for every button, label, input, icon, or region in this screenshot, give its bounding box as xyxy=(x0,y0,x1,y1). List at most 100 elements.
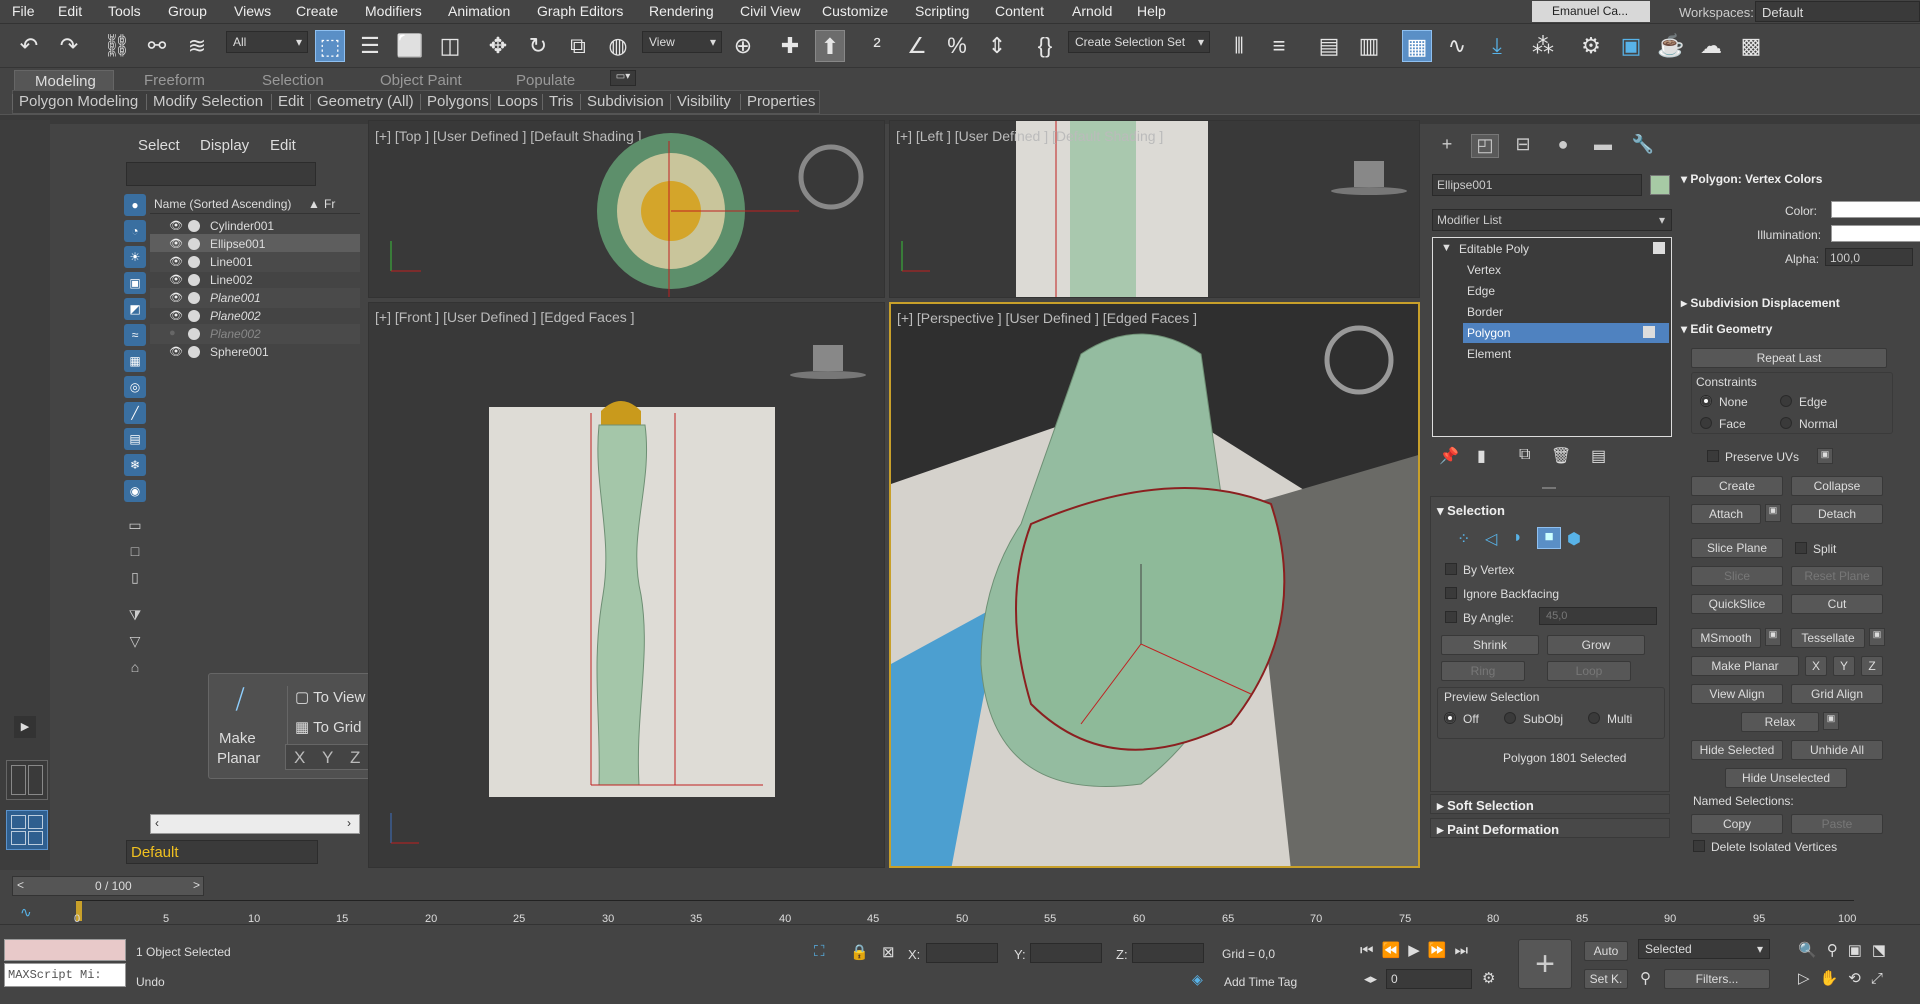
ribbon-geometry-all[interactable]: Geometry (All) xyxy=(310,93,414,110)
make-planar-label-2[interactable]: Planar xyxy=(217,750,260,767)
split-checkbox[interactable]: Split xyxy=(1795,542,1836,556)
freeze-toggle-icon[interactable] xyxy=(188,220,200,232)
vertex-colors-rollout-title[interactable]: ▾ Polygon: Vertex Colors xyxy=(1681,172,1822,186)
vertex-mode-icon[interactable]: ⁘ xyxy=(1457,529,1470,549)
soft-selection-rollout[interactable]: ▸ Soft Selection xyxy=(1430,794,1670,814)
render-setup-icon[interactable]: ⚙ xyxy=(1576,30,1606,62)
z-coordinate-field[interactable] xyxy=(1132,943,1204,963)
maxscript-listener-mini[interactable] xyxy=(4,939,126,961)
selection-filter-dropdown[interactable]: All xyxy=(226,31,308,53)
slice-plane-button[interactable]: Slice Plane xyxy=(1691,538,1783,558)
menu-content[interactable]: Content xyxy=(995,3,1044,19)
pan-icon[interactable]: ✋ xyxy=(1820,970,1849,987)
maxscript-input[interactable]: MAXScript Mi: xyxy=(4,963,126,987)
copy-button[interactable]: Copy xyxy=(1691,814,1783,834)
alpha-spinner[interactable]: 100,0 xyxy=(1825,248,1913,266)
to-grid-button[interactable]: ▦ To Grid xyxy=(295,718,361,736)
next-frame-icon[interactable]: ⏩ xyxy=(1428,942,1455,959)
viewport-left[interactable]: [+] [Left ] [User Defined ] [Default Sha… xyxy=(889,120,1420,298)
menu-file[interactable]: File xyxy=(12,3,35,19)
edge-mode-icon[interactable]: ◁ xyxy=(1485,529,1497,549)
explorer-edit-menu[interactable]: Edit xyxy=(270,137,296,154)
play-icon[interactable]: ▶ xyxy=(1408,942,1428,959)
remove-modifier-icon[interactable]: 🗑 xyxy=(1551,446,1571,466)
absolute-mode-icon[interactable]: ⊠ xyxy=(882,943,895,961)
find-icon[interactable]: ⌂ xyxy=(124,656,146,678)
auto-key-button[interactable]: Auto xyxy=(1584,941,1628,961)
object-name-field[interactable]: Ellipse001 xyxy=(1432,174,1642,196)
display-invert-icon[interactable]: ▯ xyxy=(124,566,146,588)
stack-border[interactable]: Border xyxy=(1467,305,1503,319)
spinner-snap-icon[interactable]: ⇕ xyxy=(982,30,1012,62)
link-icon[interactable]: ⛓ xyxy=(102,30,132,62)
unhide-all-button[interactable]: Unhide All xyxy=(1791,740,1883,760)
key-mode-dropdown[interactable]: Selected ▾ xyxy=(1638,939,1770,959)
place-icon[interactable]: ◍ xyxy=(603,30,633,62)
ribbon-modify-selection[interactable]: Modify Selection xyxy=(145,93,263,110)
element-mode-icon[interactable]: ⬢ xyxy=(1567,529,1581,549)
freeze-toggle-icon[interactable] xyxy=(188,328,200,340)
move-icon[interactable]: ✥ xyxy=(483,30,513,62)
set-key-icon[interactable]: + xyxy=(1518,939,1572,989)
to-view-button[interactable]: ▢ To View xyxy=(295,688,365,706)
toggle-ribbon-icon[interactable]: ▦ xyxy=(1402,30,1432,62)
tessellate-button[interactable]: Tessellate xyxy=(1791,628,1865,648)
by-vertex-checkbox[interactable]: By Vertex xyxy=(1445,563,1514,577)
relax-button[interactable]: Relax xyxy=(1741,712,1819,732)
make-planar-label-1[interactable]: Make xyxy=(219,730,256,747)
cut-button[interactable]: Cut xyxy=(1791,594,1883,614)
stack-toggle-icon[interactable] xyxy=(1653,242,1665,254)
list-item[interactable]: ● Plane002 xyxy=(150,324,360,344)
list-item[interactable]: 👁 Line001 xyxy=(150,252,360,272)
snaps-toggle-icon[interactable]: ² xyxy=(862,30,892,62)
viewport-layout-4-icon[interactable] xyxy=(6,810,48,850)
tab-object-paint[interactable]: Object Paint xyxy=(372,70,470,90)
add-time-tag[interactable]: Add Time Tag xyxy=(1224,975,1297,989)
menu-edit[interactable]: Edit xyxy=(58,3,82,19)
display-all-icon[interactable]: ▭ xyxy=(124,514,146,536)
field-of-view-icon[interactable]: ▷ xyxy=(1798,970,1820,987)
viewport-front[interactable]: [+] [Front ] [User Defined ] [Edged Face… xyxy=(368,302,885,868)
freeze-toggle-icon[interactable] xyxy=(188,346,200,358)
edit-geometry-rollout-title[interactable]: ▾ Edit Geometry xyxy=(1681,322,1772,336)
viewport-top[interactable]: [+] [Top ] [User Defined ] [Default Shad… xyxy=(368,120,885,298)
create-tab-icon[interactable]: + xyxy=(1433,134,1461,158)
display-shapes-icon[interactable]: ◔ xyxy=(124,220,146,242)
hide-selected-button[interactable]: Hide Selected xyxy=(1691,740,1783,760)
menu-graph-editors[interactable]: Graph Editors xyxy=(537,3,623,19)
mirror-icon[interactable]: ⫴ xyxy=(1224,30,1254,62)
freeze-toggle-icon[interactable] xyxy=(188,238,200,250)
make-unique-icon[interactable]: ⧉ xyxy=(1519,446,1530,464)
constraint-normal-radio[interactable]: Normal xyxy=(1780,417,1838,431)
align-icon[interactable]: ≡ xyxy=(1264,30,1294,62)
tab-selection[interactable]: Selection xyxy=(254,70,332,90)
loop-button[interactable]: Loop xyxy=(1547,661,1631,681)
motion-tab-icon[interactable]: ● xyxy=(1549,134,1577,158)
list-item[interactable]: 👁 Sphere001 xyxy=(150,342,360,362)
visible-eye-icon[interactable]: 👁 xyxy=(169,219,183,232)
tab-modeling[interactable]: Modeling xyxy=(14,70,114,90)
visible-eye-icon[interactable]: 👁 xyxy=(169,309,183,322)
display-cameras-icon[interactable]: ▣ xyxy=(124,272,146,294)
current-layer-dropdown[interactable]: Default xyxy=(126,840,318,864)
planar-z-button[interactable]: Z xyxy=(350,748,360,768)
workspace-dropdown[interactable]: Default xyxy=(1755,1,1920,22)
zoom-icon[interactable]: 🔍 xyxy=(1798,942,1827,959)
time-slider[interactable]: < 0 / 100 > xyxy=(12,876,204,896)
key-filters-icon[interactable]: ⚲ xyxy=(1640,969,1651,987)
filter-funnel-icon[interactable]: ▽ xyxy=(124,630,146,652)
collapse-button[interactable]: Collapse xyxy=(1791,476,1883,496)
border-mode-icon[interactable]: ◗ xyxy=(1513,529,1523,547)
panel-splitter[interactable] xyxy=(1542,487,1556,489)
display-frozen-icon[interactable]: ❄ xyxy=(124,454,146,476)
display-none-icon[interactable]: □ xyxy=(124,540,146,562)
edit-named-selection-icon[interactable]: {} xyxy=(1030,30,1060,62)
planar-y-button[interactable]: Y xyxy=(322,748,333,768)
window-crossing-icon[interactable]: ◫ xyxy=(435,30,465,62)
tab-freeform[interactable]: Freeform xyxy=(136,70,213,90)
explorer-select-menu[interactable]: Select xyxy=(138,137,180,154)
hidden-eye-icon[interactable]: ● xyxy=(169,327,176,339)
menu-scripting[interactable]: Scripting xyxy=(915,3,969,19)
display-containers-icon[interactable]: ▤ xyxy=(124,428,146,450)
list-item[interactable]: 👁 Ellipse001 xyxy=(150,234,360,254)
